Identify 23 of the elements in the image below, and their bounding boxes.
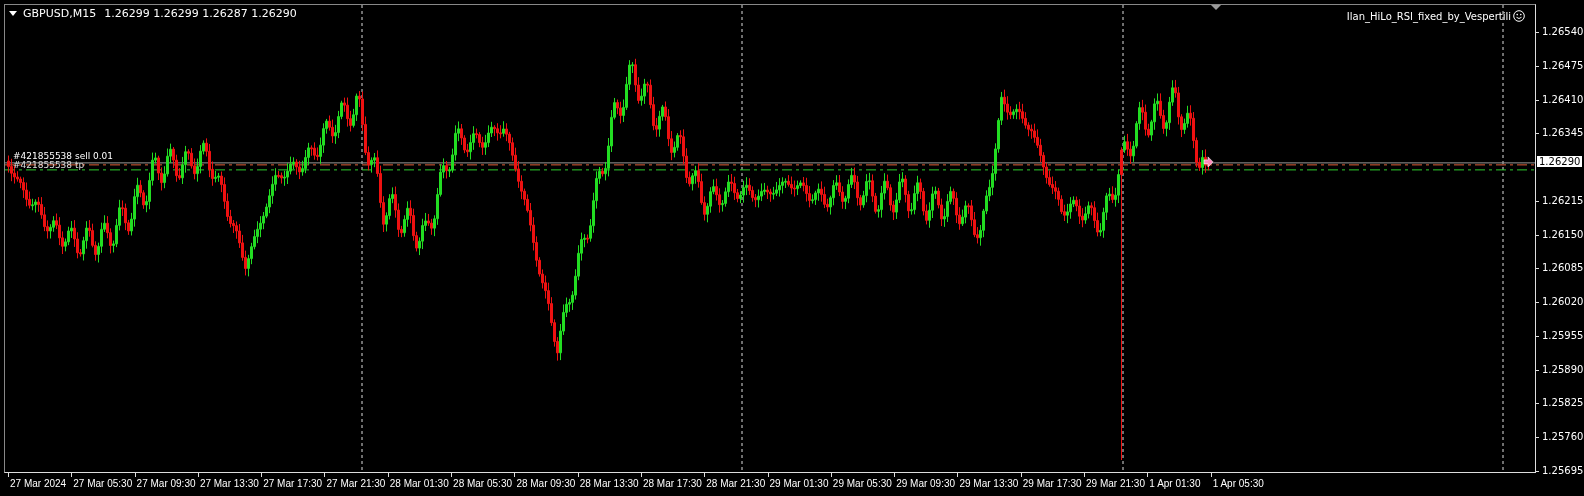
price-tick-label: 1.26410 (1542, 93, 1584, 106)
order-label: #421855538 tp (13, 159, 85, 170)
price-tick-label: 1.26085 (1542, 262, 1584, 275)
smiley-icon (1513, 10, 1525, 22)
price-tick-label: 1.26540 (1542, 26, 1584, 38)
price-tick-label: 1.26215 (1542, 194, 1584, 207)
price-tick-label: 1.25695 (1542, 465, 1584, 477)
quotes-label: 1.26299 1.26299 1.26287 1.26290 (104, 7, 297, 20)
price-tick-label: 1.26475 (1542, 59, 1584, 72)
price-tick-label: 1.25825 (1542, 397, 1584, 410)
current-price-label: 1.26290 (1537, 155, 1583, 167)
price-tick-label: 1.25760 (1542, 431, 1584, 444)
arrow-icon (1203, 156, 1214, 168)
price-tick-label: 1.25890 (1542, 363, 1584, 376)
price-tick-label: 1.26150 (1542, 228, 1584, 241)
price-tick-label: 1.26345 (1542, 127, 1584, 140)
indicator-label: Ilan_HiLo_RSI_fixed_by_Vespertili (1346, 10, 1511, 23)
price-tick-label: 1.25955 (1542, 329, 1584, 342)
price-tick-label: 1.26020 (1542, 296, 1584, 309)
order-label: #421855538 sell 0.01 (13, 150, 114, 161)
dropdown-icon[interactable] (9, 11, 17, 16)
symbol-label: GBPUSD,M15 (23, 7, 97, 20)
shift-marker-icon[interactable] (1211, 5, 1221, 10)
